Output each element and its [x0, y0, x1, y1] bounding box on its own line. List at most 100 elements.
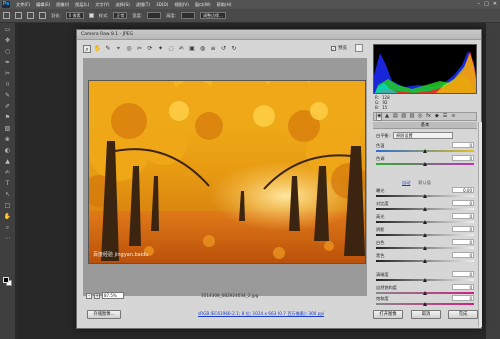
- crop-tool-icon[interactable]: ✂: [136, 45, 144, 53]
- feather-field[interactable]: 0 像素: [65, 12, 84, 19]
- tab-camera-calibration-icon[interactable]: ◆: [434, 113, 440, 120]
- menu-filter[interactable]: 滤镜(T): [136, 2, 150, 8]
- slider-thumb[interactable]: [423, 291, 427, 295]
- slider-whites[interactable]: 白色 0: [376, 239, 474, 252]
- foreground-color-swatch[interactable]: [3, 277, 9, 283]
- radial-filter-icon[interactable]: ◍: [199, 45, 207, 53]
- slider-blacks[interactable]: 黑色 0: [376, 252, 474, 265]
- shape-tool-icon[interactable]: □: [3, 202, 13, 210]
- slider-value[interactable]: 0: [452, 271, 474, 277]
- type-tool-icon[interactable]: T: [3, 180, 13, 188]
- slider-value[interactable]: 0: [452, 142, 474, 148]
- slider-temperature[interactable]: 色温 0: [376, 142, 474, 155]
- slider-value[interactable]: 0: [452, 295, 474, 301]
- slider-thumb[interactable]: [423, 259, 427, 263]
- eraser-tool-icon[interactable]: ❀: [3, 136, 13, 144]
- tab-split-toning-icon[interactable]: ▥: [409, 113, 415, 120]
- slider-contrast[interactable]: 对比度 0: [376, 200, 474, 213]
- slider-thumb[interactable]: [423, 278, 427, 282]
- done-button[interactable]: 完成: [448, 310, 478, 319]
- anti-alias-checkbox[interactable]: [88, 13, 94, 18]
- workflow-options-link[interactable]: sRGB IEC61966-2.1; 8 位; 1024 x 663 (0.7 …: [198, 311, 324, 317]
- zoom-level-select[interactable]: 87.5%: [102, 292, 124, 299]
- close-icon[interactable]: ✕: [493, 1, 497, 7]
- slider-value[interactable]: 0.00: [452, 187, 474, 193]
- menu-view[interactable]: 视图(V): [174, 2, 189, 8]
- tab-effects-icon[interactable]: fx: [426, 113, 432, 120]
- auto-link[interactable]: 自动: [402, 180, 410, 186]
- history-brush-tool-icon[interactable]: ▧: [3, 125, 13, 133]
- crop-tool-icon[interactable]: ✂: [3, 70, 13, 78]
- intersect-selection-icon[interactable]: [39, 12, 46, 19]
- tab-detail-icon[interactable]: ▤: [393, 113, 399, 120]
- path-select-tool-icon[interactable]: ↖: [3, 191, 13, 199]
- fullscreen-icon[interactable]: [355, 44, 363, 52]
- slider-value[interactable]: 0: [452, 213, 474, 219]
- marquee-tool-icon[interactable]: ▭: [3, 26, 13, 34]
- default-link[interactable]: 默认值: [418, 180, 431, 186]
- slider-thumb[interactable]: [423, 207, 427, 211]
- menu-help[interactable]: 帮助(H): [217, 2, 232, 8]
- hand-tool-icon[interactable]: ✋: [3, 213, 13, 221]
- slider-thumb[interactable]: [423, 233, 427, 237]
- slider-value[interactable]: 0: [452, 155, 474, 161]
- open-image-button[interactable]: 打开图像: [373, 310, 403, 319]
- color-sampler-tool-icon[interactable]: ⌖: [115, 45, 123, 53]
- blur-tool-icon[interactable]: ▲: [3, 158, 13, 166]
- menu-3d[interactable]: 3D(D): [156, 2, 168, 7]
- slider-thumb[interactable]: [423, 162, 427, 166]
- slider-value[interactable]: 0: [452, 226, 474, 232]
- gradient-tool-icon[interactable]: ◐: [3, 147, 13, 155]
- menu-type[interactable]: 文字(Y): [95, 2, 109, 8]
- slider-tint[interactable]: 色调 0: [376, 155, 474, 168]
- stamp-tool-icon[interactable]: ⚑: [3, 114, 13, 122]
- slider-saturation[interactable]: 饱和度 0: [376, 295, 474, 308]
- spot-removal-tool-icon[interactable]: ✦: [157, 45, 165, 53]
- preview-checkbox[interactable]: ✓: [331, 45, 336, 51]
- menu-image[interactable]: 图像(I): [56, 2, 69, 8]
- slider-value[interactable]: 0: [452, 239, 474, 245]
- add-selection-icon[interactable]: [27, 12, 34, 19]
- pen-tool-icon[interactable]: ✍: [3, 169, 13, 177]
- style-select[interactable]: 正常: [113, 12, 128, 19]
- red-eye-tool-icon[interactable]: ◌: [167, 45, 175, 53]
- straighten-tool-icon[interactable]: ⟳: [146, 45, 154, 53]
- white-balance-tool-icon[interactable]: ✎: [104, 45, 112, 53]
- menu-layer[interactable]: 图层(L): [75, 2, 89, 8]
- slider-highlights[interactable]: 高光 0: [376, 213, 474, 226]
- adjustment-brush-icon[interactable]: ✍: [178, 45, 186, 53]
- menu-file[interactable]: 文件(F): [16, 2, 30, 8]
- preview-toggle[interactable]: ✓ 预览: [331, 45, 347, 51]
- tab-tone-curve-icon[interactable]: ▲: [384, 113, 390, 120]
- tab-lens-icon[interactable]: ◎: [417, 113, 423, 120]
- slider-thumb[interactable]: [423, 246, 427, 250]
- brush-tool-icon[interactable]: ✐: [3, 103, 13, 111]
- width-field[interactable]: [147, 12, 162, 19]
- tab-hsl-icon[interactable]: ▧: [401, 113, 407, 120]
- marquee-preset-icon[interactable]: [3, 12, 10, 19]
- preview-image[interactable]: 百度经验 jingyan.baidu: [88, 80, 366, 264]
- targeted-adjustment-tool-icon[interactable]: ◎: [125, 45, 133, 53]
- new-selection-icon[interactable]: [15, 12, 22, 19]
- zoom-out-button[interactable]: -: [86, 292, 92, 299]
- height-field[interactable]: [181, 12, 196, 19]
- healing-tool-icon[interactable]: ✎: [3, 92, 13, 100]
- slider-thumb[interactable]: [423, 302, 427, 306]
- zoom-tool-icon[interactable]: ⌕: [3, 224, 13, 232]
- quick-select-tool-icon[interactable]: ✒: [3, 59, 13, 67]
- move-tool-icon[interactable]: ✥: [3, 37, 13, 45]
- cancel-button[interactable]: 取消: [411, 310, 441, 319]
- slider-thumb[interactable]: [423, 194, 427, 198]
- preferences-icon[interactable]: ≡: [209, 45, 217, 53]
- tab-presets-icon[interactable]: ☰: [442, 113, 448, 120]
- white-balance-select[interactable]: 原照设置: [392, 132, 453, 139]
- panel-scrollbar[interactable]: [478, 122, 482, 327]
- slider-thumb[interactable]: [423, 149, 427, 153]
- eyedropper-tool-icon[interactable]: ⌑: [3, 81, 13, 89]
- slider-shadows[interactable]: 阴影 0: [376, 226, 474, 239]
- minimize-icon[interactable]: –: [478, 1, 481, 7]
- save-image-button[interactable]: 存储图像...: [87, 310, 121, 319]
- lasso-tool-icon[interactable]: ○: [3, 48, 13, 56]
- hand-tool-icon[interactable]: ✋: [94, 45, 102, 53]
- zoom-tool-icon[interactable]: ⌕: [83, 45, 91, 53]
